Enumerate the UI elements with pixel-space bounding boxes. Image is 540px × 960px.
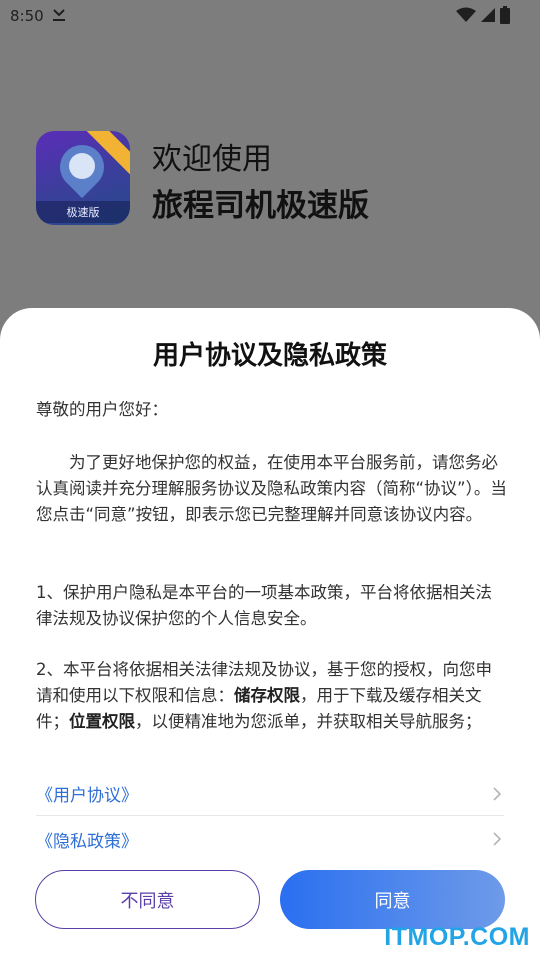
app-icon-label: 极速版	[36, 201, 130, 223]
permissions-text-3: ，以便精准地为您派单，并获取相关导航服务；	[135, 712, 482, 731]
download-done-icon	[53, 9, 65, 21]
signal-icon	[481, 8, 495, 22]
wifi-icon	[456, 7, 476, 22]
storage-permission-label: 储存权限	[234, 686, 300, 705]
user-agreement-label: 《用户协议》	[36, 786, 138, 806]
bus-icon	[69, 153, 95, 179]
agree-button[interactable]: 同意	[280, 870, 505, 929]
privacy-dialog: 用户协议及隐私政策 尊敬的用户您好： 为了更好地保护您的权益，在使用本平台服务前…	[0, 308, 540, 960]
privacy-paragraph: 1、保护用户隐私是本平台的一项基本政策，平台将依据相关法律法规及协议保护您的个人…	[36, 583, 492, 628]
battery-icon	[500, 6, 510, 24]
welcome-text: 欢迎使用	[152, 142, 272, 177]
app-name: 旅程司机极速版	[152, 188, 369, 224]
location-permission-label: 位置权限	[69, 712, 135, 731]
permissions-paragraph: 2、本平台将依据相关法律法规及协议，基于您的授权，向您申请和使用以下权限和信息：…	[36, 657, 508, 735]
greeting-text: 尊敬的用户您好：	[36, 400, 168, 419]
status-bar: 8:50	[0, 0, 540, 32]
chevron-right-icon	[493, 786, 502, 801]
privacy-policy-label: 《隐私政策》	[36, 831, 138, 852]
watermark: ITMOP.COM	[384, 923, 530, 951]
app-icon: 极速版	[36, 131, 130, 225]
chevron-right-icon	[493, 832, 502, 846]
privacy-policy-link[interactable]: 《隐私政策》	[36, 817, 504, 861]
intro-paragraph: 为了更好地保护您的权益，在使用本平台服务前，请您务必认真阅读并充分理解服务协议及…	[36, 453, 507, 524]
status-time: 8:50	[10, 7, 44, 25]
dialog-title: 用户协议及隐私政策	[152, 341, 387, 371]
user-agreement-link[interactable]: 《用户协议》	[36, 772, 504, 816]
disagree-button[interactable]: 不同意	[35, 870, 260, 929]
